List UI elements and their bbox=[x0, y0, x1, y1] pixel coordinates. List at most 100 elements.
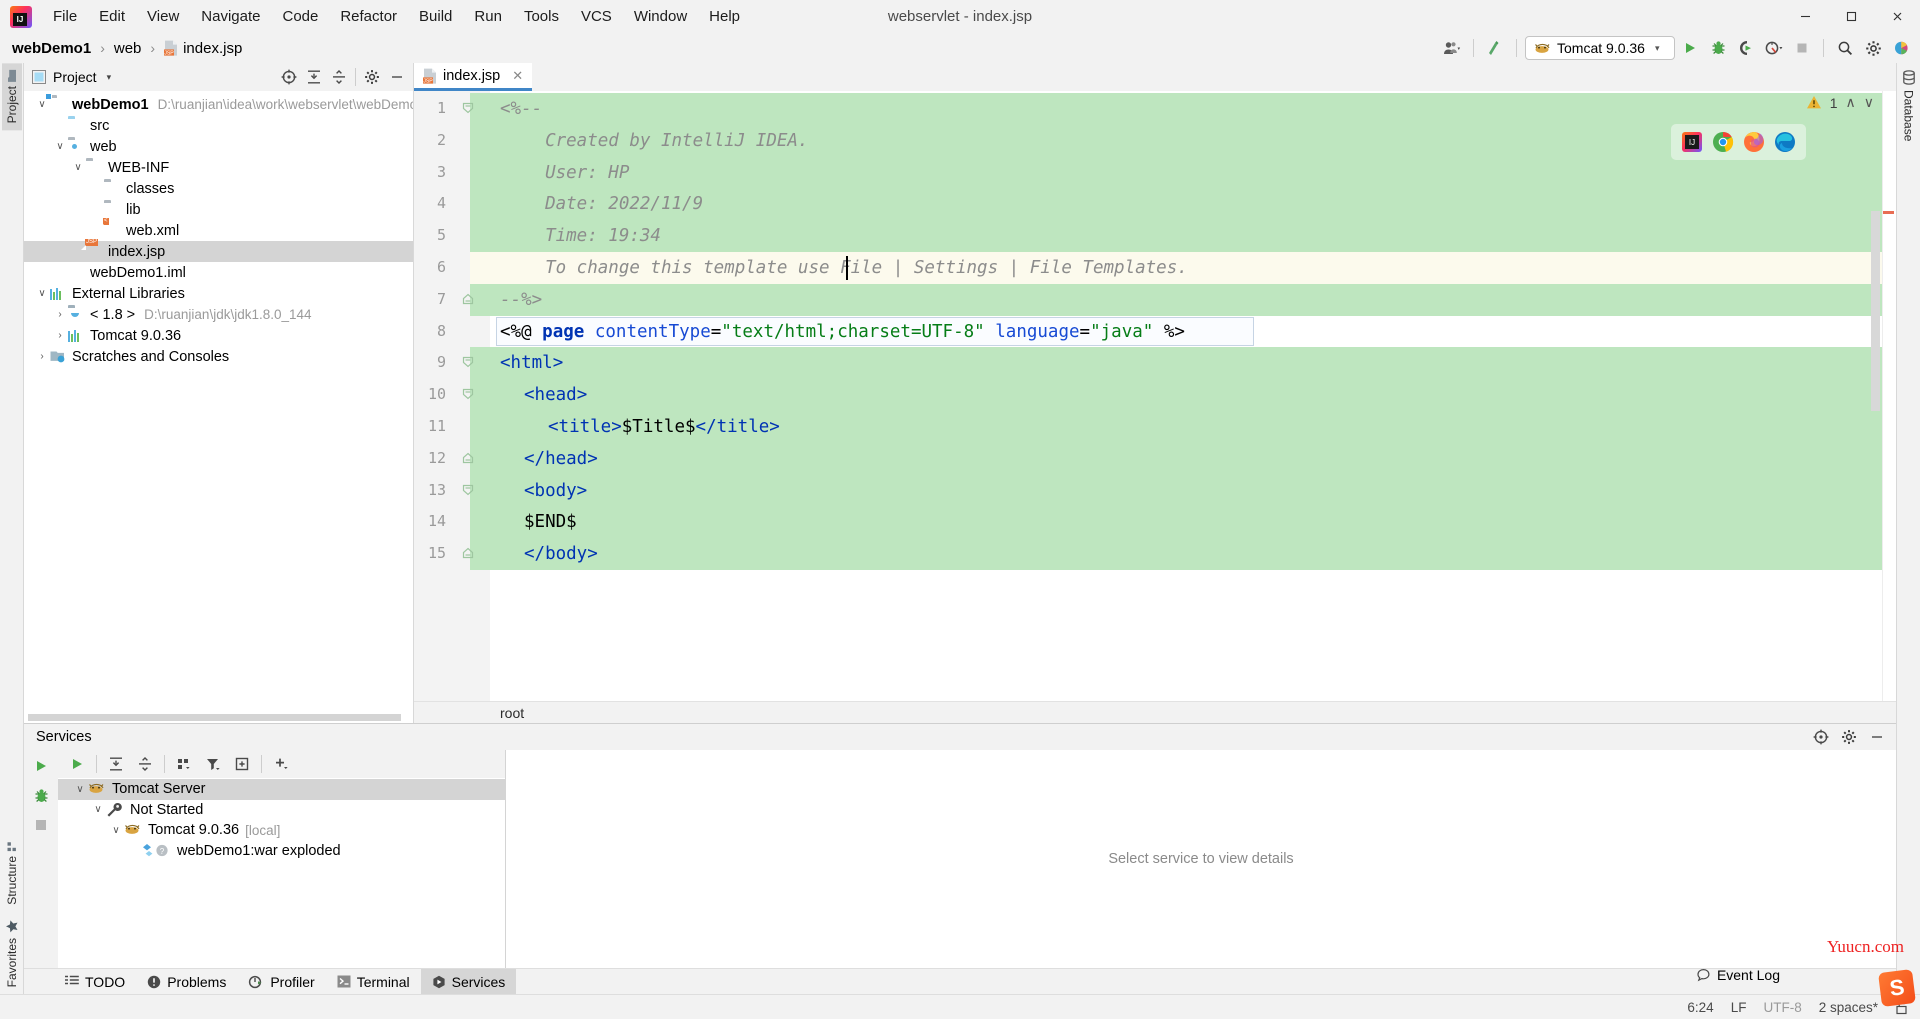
collapse-all-icon[interactable] bbox=[132, 753, 158, 775]
search-everywhere-icon[interactable] bbox=[1832, 36, 1858, 60]
code-line-text[interactable]: <head> bbox=[524, 379, 587, 411]
editor-error-stripe[interactable] bbox=[1882, 91, 1896, 723]
fold-end-icon[interactable] bbox=[462, 293, 474, 305]
services-tree-node-tomcat-9.0.36[interactable]: ∨ Tomcat 9.0.36 [local] bbox=[58, 820, 505, 841]
select-opened-file-icon[interactable] bbox=[277, 66, 301, 88]
code-line-text[interactable]: <html> bbox=[500, 347, 563, 379]
rerun-icon[interactable] bbox=[64, 753, 90, 775]
chrome-browser-icon[interactable] bbox=[1712, 131, 1734, 153]
breadcrumb-item-webdemo1[interactable]: webDemo1 bbox=[8, 38, 95, 59]
bottom-tab-todo[interactable]: TODO bbox=[54, 969, 136, 995]
tree-node-scratches-and-consoles[interactable]: › Scratches and Consoles bbox=[24, 346, 413, 367]
menu-item-help[interactable]: Help bbox=[698, 4, 751, 29]
chevron-down-icon[interactable]: ∨ bbox=[52, 141, 68, 152]
menu-item-refactor[interactable]: Refactor bbox=[329, 4, 408, 29]
code-editor[interactable]: 1 2 3 4 5 6 7 8 9 10 11 12 13 14 15 <%-- Created by In… bbox=[414, 91, 1896, 723]
panel-settings-icon[interactable] bbox=[360, 66, 384, 88]
debug-service-button[interactable] bbox=[33, 788, 50, 804]
menu-item-tools[interactable]: Tools bbox=[513, 4, 570, 29]
editor-vertical-scrollbar[interactable] bbox=[1871, 211, 1880, 411]
tree-node-tomcat-9.0.36[interactable]: › Tomcat 9.0.36 bbox=[24, 325, 413, 346]
editor-gutter[interactable]: 1 2 3 4 5 6 7 8 9 10 11 12 13 14 15 bbox=[414, 91, 490, 723]
group-by-icon[interactable] bbox=[171, 753, 197, 775]
tree-node-web.xml[interactable]: < web.xml bbox=[24, 217, 413, 241]
updates-icon[interactable] bbox=[1482, 36, 1508, 60]
menu-item-navigate[interactable]: Navigate bbox=[190, 4, 271, 29]
next-problem-icon[interactable]: ∨ bbox=[1864, 94, 1874, 111]
user-settings-icon[interactable] bbox=[1439, 36, 1465, 60]
menu-item-edit[interactable]: Edit bbox=[88, 4, 136, 29]
firefox-browser-icon[interactable] bbox=[1743, 131, 1765, 153]
inspection-widget[interactable]: 1 ∧ ∨ bbox=[1806, 94, 1874, 111]
run-with-coverage-button[interactable] bbox=[1733, 36, 1759, 60]
collapse-all-icon[interactable] bbox=[327, 66, 351, 88]
code-line-text[interactable]: $END$ bbox=[524, 506, 577, 538]
tree-node-index.jsp[interactable]: JSP index.jsp bbox=[24, 238, 413, 262]
project-panel-title[interactable]: Project ▾ bbox=[32, 69, 111, 85]
hide-panel-icon[interactable] bbox=[385, 66, 409, 88]
fold-collapse-icon[interactable] bbox=[462, 356, 474, 368]
file-encoding[interactable]: UTF-8 bbox=[1763, 1000, 1801, 1015]
chevron-down-icon[interactable]: ∨ bbox=[34, 288, 50, 299]
profiler-button[interactable] bbox=[1761, 36, 1787, 60]
line-separator[interactable]: LF bbox=[1731, 1000, 1747, 1015]
run-service-button[interactable] bbox=[33, 758, 49, 774]
services-tree-node-webdemo1-war-exploded[interactable]: ? webDemo1:war exploded bbox=[58, 841, 505, 862]
chevron-right-icon[interactable]: › bbox=[52, 309, 68, 320]
chevron-down-icon[interactable]: ∨ bbox=[70, 162, 86, 173]
ide-features-icon[interactable] bbox=[1888, 36, 1914, 60]
close-icon[interactable]: ✕ bbox=[512, 68, 523, 84]
previous-problem-icon[interactable]: ∧ bbox=[1846, 94, 1856, 111]
code-line-text[interactable]: <%-- bbox=[500, 93, 542, 125]
services-gear-icon[interactable] bbox=[1836, 726, 1862, 748]
code-line-text[interactable]: Time: 19:34 bbox=[524, 220, 661, 252]
debug-button[interactable] bbox=[1705, 36, 1731, 60]
event-log-widget[interactable]: Event Log bbox=[1696, 967, 1780, 983]
settings-gear-icon[interactable] bbox=[1860, 36, 1886, 60]
run-button[interactable] bbox=[1677, 36, 1703, 60]
bottom-tab-problems[interactable]: Problems bbox=[136, 969, 237, 995]
code-line-text[interactable]: Created by IntelliJ IDEA. bbox=[524, 125, 808, 157]
code-line-text[interactable]: <body> bbox=[524, 475, 587, 507]
intellij-browser-icon[interactable]: IJ bbox=[1681, 131, 1703, 153]
services-settings-icon[interactable] bbox=[1808, 726, 1834, 748]
code-line-text[interactable]: <title>$Title$</title> bbox=[548, 411, 780, 443]
menu-item-code[interactable]: Code bbox=[271, 4, 329, 29]
tree-node--1.8-[interactable]: › < 1.8 > D:\ruanjian\jdk\jdk1.8.0_144 bbox=[24, 304, 413, 325]
stop-service-button[interactable] bbox=[34, 818, 48, 832]
menu-item-run[interactable]: Run bbox=[463, 4, 513, 29]
bottom-tab-terminal[interactable]: Terminal bbox=[326, 969, 421, 995]
breadcrumb-item-index-jsp[interactable]: JSP index.jsp bbox=[160, 38, 246, 59]
code-line-text[interactable]: </body> bbox=[524, 538, 598, 570]
menu-item-build[interactable]: Build bbox=[408, 4, 463, 29]
chevron-right-icon[interactable]: › bbox=[52, 330, 68, 341]
project-tree[interactable]: ∨ webDemo1 D:\ruanjian\idea\work\webservle… bbox=[24, 91, 413, 712]
browser-preview-bar[interactable]: IJ bbox=[1671, 124, 1806, 160]
caret-position[interactable]: 6:24 bbox=[1687, 1000, 1713, 1015]
tree-node-external-libraries[interactable]: ∨ External Libraries bbox=[24, 283, 413, 304]
tree-node-webdemo1.iml[interactable]: webDemo1.iml bbox=[24, 262, 413, 283]
tree-node-src[interactable]: src bbox=[24, 115, 413, 136]
services-hide-icon[interactable] bbox=[1864, 726, 1890, 748]
tree-node-webdemo1[interactable]: ∨ webDemo1 D:\ruanjian\idea\work\webservle… bbox=[24, 92, 413, 115]
code-line-text[interactable]: To change this template use File | Setti… bbox=[524, 252, 1188, 284]
code-line-text[interactable]: </head> bbox=[524, 443, 598, 475]
chevron-right-icon[interactable]: › bbox=[34, 351, 50, 362]
bottom-tab-profiler[interactable]: Profiler bbox=[237, 969, 325, 995]
services-tree-node-tomcat-server[interactable]: ∨ Tomcat Server bbox=[58, 779, 505, 800]
edge-browser-icon[interactable] bbox=[1774, 131, 1796, 153]
minimize-button[interactable] bbox=[1782, 0, 1828, 33]
services-tree-node-not-started[interactable]: ∨ Not Started bbox=[58, 800, 505, 821]
fold-collapse-icon[interactable] bbox=[462, 102, 474, 114]
maximize-button[interactable] bbox=[1828, 0, 1874, 33]
chevron-down-icon[interactable]: ∨ bbox=[72, 784, 88, 795]
tree-node-lib[interactable]: lib bbox=[24, 199, 413, 220]
fold-collapse-icon[interactable] bbox=[462, 484, 474, 496]
menu-item-vcs[interactable]: VCS bbox=[570, 4, 623, 29]
bottom-tab-services[interactable]: Services bbox=[420, 968, 517, 995]
error-stripe-marker[interactable] bbox=[1883, 211, 1894, 214]
code-line-text[interactable]: <%@ page contentType="text/html;charset=… bbox=[500, 316, 1185, 348]
sidebar-item-database[interactable]: Database bbox=[1899, 63, 1919, 148]
fold-end-icon[interactable] bbox=[462, 452, 474, 464]
editor-tab-index-jsp[interactable]: JSP index.jsp ✕ bbox=[414, 63, 533, 91]
